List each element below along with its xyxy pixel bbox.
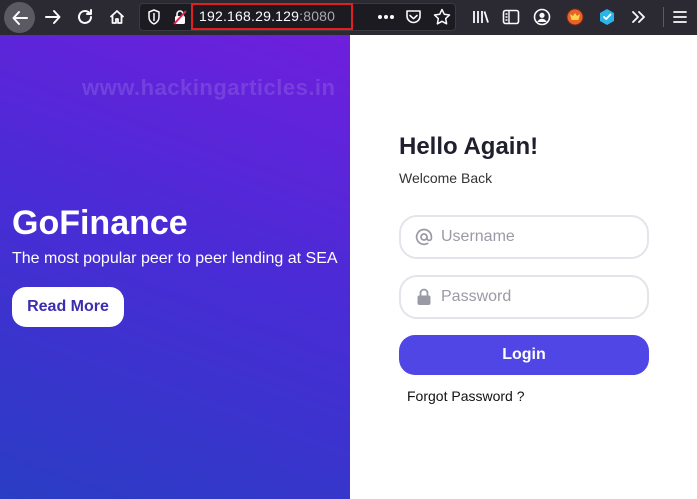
toolbar-separator xyxy=(663,7,664,27)
read-more-button[interactable]: Read More xyxy=(12,287,124,327)
password-field[interactable] xyxy=(399,275,649,319)
watermark: www.hackingarticles.in xyxy=(82,75,336,100)
forward-arrow-icon xyxy=(45,10,61,24)
username-field[interactable] xyxy=(399,215,649,259)
account-button[interactable] xyxy=(527,3,557,31)
extension-fox-icon xyxy=(566,8,584,26)
back-arrow-icon xyxy=(12,10,28,25)
lock-icon xyxy=(415,288,433,306)
login-subtitle: Welcome Back xyxy=(399,170,493,186)
username-input[interactable] xyxy=(441,226,636,248)
library-icon xyxy=(473,11,489,23)
forward-button[interactable] xyxy=(38,3,68,31)
extension-fox-button[interactable] xyxy=(560,3,590,31)
more-dots-icon xyxy=(378,15,394,19)
reload-icon xyxy=(78,9,92,24)
extension-cube-icon xyxy=(600,9,614,25)
tracking-protection-button[interactable] xyxy=(140,3,168,31)
url-host: 192.168.29.129 xyxy=(199,8,300,24)
sidebar-icon xyxy=(502,9,520,25)
login-panel: Hello Again! Welcome Back Login Forgot P… xyxy=(350,35,697,499)
password-input[interactable] xyxy=(441,286,636,308)
url-port: :8080 xyxy=(299,8,336,24)
bookmark-star-icon xyxy=(433,8,451,25)
insecure-lock-icon xyxy=(173,10,187,25)
library-button[interactable] xyxy=(466,3,496,31)
at-sign-icon xyxy=(415,228,433,246)
browser-toolbar: 192.168.29.129:8080 xyxy=(0,0,697,35)
hero-title: GoFinance xyxy=(12,204,188,242)
main-menu-button[interactable] xyxy=(665,3,695,31)
forgot-password-link[interactable]: Forgot Password ? xyxy=(407,387,525,405)
hero-panel: www.hackingarticles.in GoFinance The mos… xyxy=(0,35,350,499)
connection-info-button[interactable] xyxy=(168,3,192,31)
pocket-icon xyxy=(405,10,421,24)
sidebar-button[interactable] xyxy=(496,3,526,31)
shield-icon xyxy=(148,9,160,25)
login-button[interactable]: Login xyxy=(399,335,649,375)
overflow-chevron-icon xyxy=(632,11,645,23)
back-button[interactable] xyxy=(4,2,35,33)
pocket-button[interactable] xyxy=(398,3,428,31)
reload-button[interactable] xyxy=(70,3,100,31)
overflow-menu-button[interactable] xyxy=(624,3,654,31)
page-actions-button[interactable] xyxy=(371,3,401,31)
bookmark-button[interactable] xyxy=(427,3,457,31)
home-button[interactable] xyxy=(102,3,132,31)
url-text[interactable]: 192.168.29.129:8080 xyxy=(199,7,335,25)
menu-hamburger-icon xyxy=(673,11,687,23)
login-title: Hello Again! xyxy=(399,133,539,160)
account-icon xyxy=(533,8,551,26)
hero-subtitle: The most popular peer to peer lending at… xyxy=(12,250,338,267)
extension-cube-button[interactable] xyxy=(592,3,622,31)
home-icon xyxy=(109,10,125,24)
